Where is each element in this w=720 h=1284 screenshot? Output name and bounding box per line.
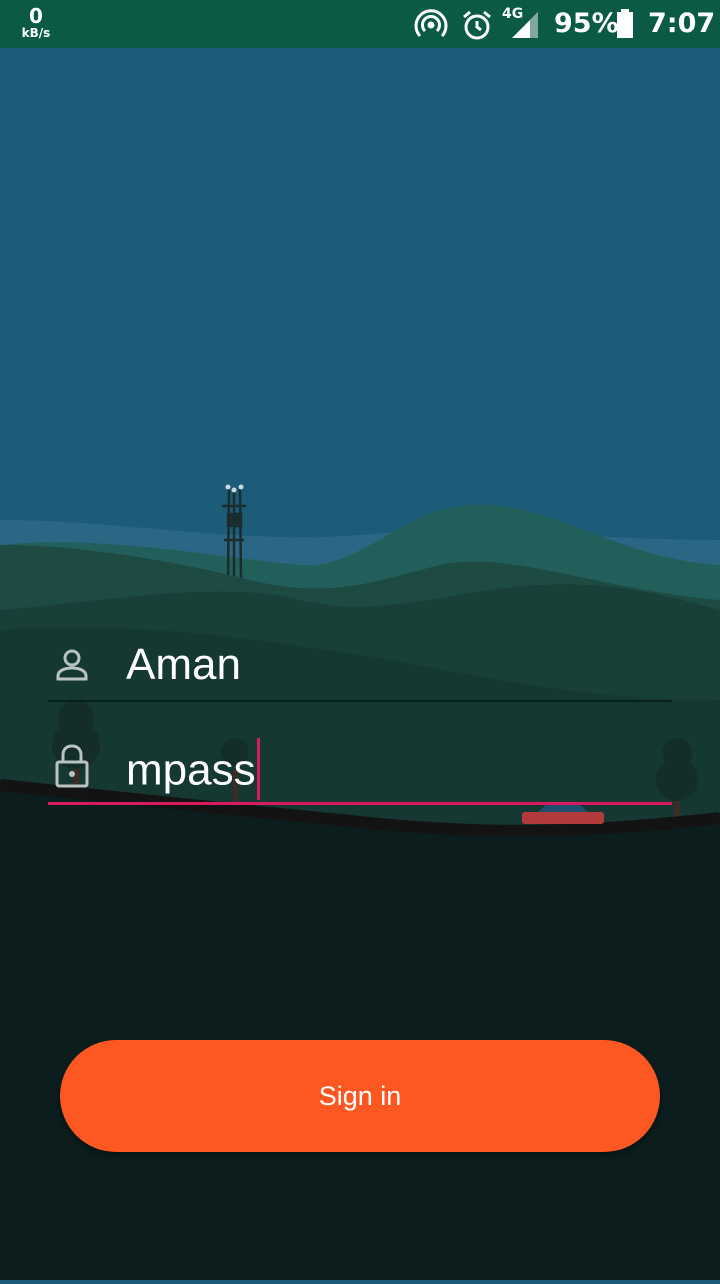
network-speed-indicator: 0 kB/s	[18, 6, 54, 39]
password-field[interactable]: mpass	[48, 732, 672, 805]
text-cursor	[256, 738, 260, 800]
battery-icon	[616, 9, 634, 43]
hotspot-icon	[414, 8, 448, 46]
signal-icon	[508, 10, 540, 44]
password-text: mpass	[126, 745, 256, 795]
clock: 7:07	[648, 8, 716, 39]
lock-icon	[54, 744, 90, 792]
status-bar: 0 kB/s 4G 95% 7:07	[0, 0, 720, 48]
person-icon	[54, 646, 90, 686]
username-input-value[interactable]: Aman	[126, 640, 241, 690]
sign-in-button[interactable]: Sign in	[60, 1040, 660, 1152]
password-input-value[interactable]: mpass	[126, 738, 260, 804]
username-field[interactable]: Aman	[48, 632, 672, 702]
battery-percent: 95%	[554, 8, 619, 39]
net-speed-value: 0	[29, 4, 43, 28]
net-speed-unit: kB/s	[21, 26, 51, 40]
alarm-icon	[460, 8, 494, 46]
